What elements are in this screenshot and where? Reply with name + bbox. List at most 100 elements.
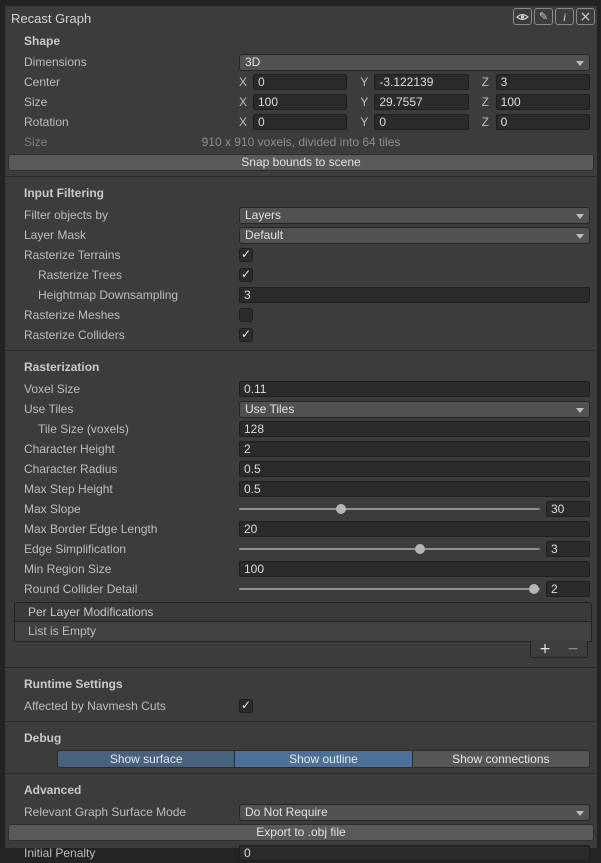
min-region-size-label: Min Region Size <box>24 562 239 576</box>
size-x-field[interactable] <box>253 94 347 110</box>
shape-heading: Shape <box>5 30 597 50</box>
voxel-size-info-row: Size 910 x 910 voxels, divided into 64 t… <box>5 132 597 152</box>
chevron-down-icon <box>576 61 584 66</box>
rotation-label: Rotation <box>24 115 239 129</box>
filter-objects-by-dropdown[interactable]: Layers <box>239 207 590 224</box>
y-axis-label: Y <box>360 75 369 89</box>
close-icon: × <box>580 10 592 24</box>
max-border-edge-length-field[interactable] <box>239 521 590 537</box>
dimensions-label: Dimensions <box>24 55 239 69</box>
max-slope-field[interactable] <box>546 501 590 517</box>
info-icon: i <box>563 11 566 23</box>
runtime-settings-heading: Runtime Settings <box>5 673 597 693</box>
slider-handle[interactable] <box>415 544 425 554</box>
max-step-height-label: Max Step Height <box>24 482 239 496</box>
per-layer-modifications-list: Per Layer Modifications List is Empty <box>14 602 592 642</box>
show-connections-button[interactable]: Show connections <box>413 750 590 768</box>
rasterize-terrains-checkbox[interactable] <box>239 248 253 262</box>
rasterize-trees-checkbox[interactable] <box>239 268 253 282</box>
character-height-field[interactable] <box>239 441 590 457</box>
rasterize-meshes-row: Rasterize Meshes <box>5 305 597 325</box>
initial-penalty-field[interactable] <box>239 845 590 861</box>
rasterize-terrains-label: Rasterize Terrains <box>24 248 239 262</box>
max-slope-label: Max Slope <box>24 502 239 516</box>
close-button[interactable]: × <box>576 8 595 25</box>
max-step-height-field[interactable] <box>239 481 590 497</box>
slider-track <box>239 548 540 550</box>
layer-mask-dropdown[interactable]: Default <box>239 227 590 244</box>
show-outline-button[interactable]: Show outline <box>235 750 412 768</box>
size-row: Size X Y Z <box>5 92 597 112</box>
section-divider <box>5 667 597 668</box>
slider-track <box>239 508 540 510</box>
chevron-down-icon <box>576 214 584 219</box>
voxel-info-label: Size <box>24 135 47 149</box>
filter-objects-by-row: Filter objects by Layers <box>5 205 597 225</box>
relevant-graph-surface-mode-dropdown[interactable]: Do Not Require <box>239 804 590 821</box>
per-layer-modifications-empty: List is Empty <box>15 622 591 641</box>
per-layer-modifications-header[interactable]: Per Layer Modifications <box>15 603 591 622</box>
advanced-heading: Advanced <box>5 779 597 799</box>
info-button[interactable]: i <box>555 8 574 25</box>
y-axis-label: Y <box>360 115 369 129</box>
max-slope-slider <box>239 501 590 517</box>
chevron-down-icon <box>576 234 584 239</box>
per-layer-modifications-footer: + − <box>14 642 592 662</box>
slider-handle[interactable] <box>529 584 539 594</box>
edge-simplification-row: Edge Simplification <box>5 539 597 559</box>
center-z-field[interactable] <box>496 74 590 90</box>
z-axis-label: Z <box>482 95 491 109</box>
rotation-z-field[interactable] <box>496 114 590 130</box>
character-radius-field[interactable] <box>239 461 590 477</box>
y-axis-label: Y <box>360 95 369 109</box>
voxel-size-field[interactable] <box>239 381 590 397</box>
slider-handle[interactable] <box>336 504 346 514</box>
add-item-button[interactable]: + <box>539 642 551 656</box>
section-divider <box>5 176 597 177</box>
x-axis-label: X <box>239 115 248 129</box>
heightmap-downsampling-label: Heightmap Downsampling <box>24 288 239 302</box>
size-y-field[interactable] <box>374 94 468 110</box>
heightmap-downsampling-field[interactable] <box>239 287 590 303</box>
size-z-field[interactable] <box>496 94 590 110</box>
max-border-edge-length-row: Max Border Edge Length <box>5 519 597 539</box>
rasterize-meshes-checkbox[interactable] <box>239 308 253 322</box>
edge-simplification-label: Edge Simplification <box>24 542 239 556</box>
max-border-edge-length-label: Max Border Edge Length <box>24 522 239 536</box>
round-collider-detail-field[interactable] <box>546 581 590 597</box>
edge-simplification-field[interactable] <box>546 541 590 557</box>
edit-button[interactable]: ✎ <box>534 8 553 25</box>
use-tiles-dropdown[interactable]: Use Tiles <box>239 401 590 418</box>
center-y-field[interactable] <box>374 74 468 90</box>
rasterize-colliders-row: Rasterize Colliders <box>5 325 597 345</box>
dimensions-dropdown[interactable]: 3D <box>239 54 590 71</box>
visibility-button[interactable] <box>513 8 532 25</box>
snap-bounds-button[interactable]: Snap bounds to scene <box>8 154 594 171</box>
rotation-x-field[interactable] <box>253 114 347 130</box>
character-height-row: Character Height <box>5 439 597 459</box>
edge-simplification-slider <box>239 541 590 557</box>
x-axis-label: X <box>239 95 248 109</box>
min-region-size-field[interactable] <box>239 561 590 577</box>
use-tiles-row: Use Tiles Use Tiles <box>5 399 597 419</box>
pencil-icon: ✎ <box>539 11 548 22</box>
layer-mask-row: Layer Mask Default <box>5 225 597 245</box>
rasterize-colliders-checkbox[interactable] <box>239 328 253 342</box>
tile-size-field[interactable] <box>239 421 590 437</box>
layer-mask-label: Layer Mask <box>24 228 239 242</box>
affected-by-navmesh-cuts-checkbox[interactable] <box>239 699 253 713</box>
remove-item-button[interactable]: − <box>567 642 579 656</box>
affected-by-navmesh-cuts-row: Affected by Navmesh Cuts <box>5 696 597 716</box>
show-surface-button[interactable]: Show surface <box>57 750 235 768</box>
size-label: Size <box>24 95 239 109</box>
character-radius-row: Character Radius <box>5 459 597 479</box>
export-obj-button[interactable]: Export to .obj file <box>8 824 594 841</box>
rasterize-colliders-label: Rasterize Colliders <box>24 328 239 342</box>
rotation-y-field[interactable] <box>374 114 468 130</box>
center-x-field[interactable] <box>253 74 347 90</box>
title-toolbar: ✎ i × <box>513 8 595 25</box>
rasterize-trees-row: Rasterize Trees <box>5 265 597 285</box>
filter-objects-by-label: Filter objects by <box>24 208 239 222</box>
max-step-height-row: Max Step Height <box>5 479 597 499</box>
voxel-size-row: Voxel Size <box>5 379 597 399</box>
